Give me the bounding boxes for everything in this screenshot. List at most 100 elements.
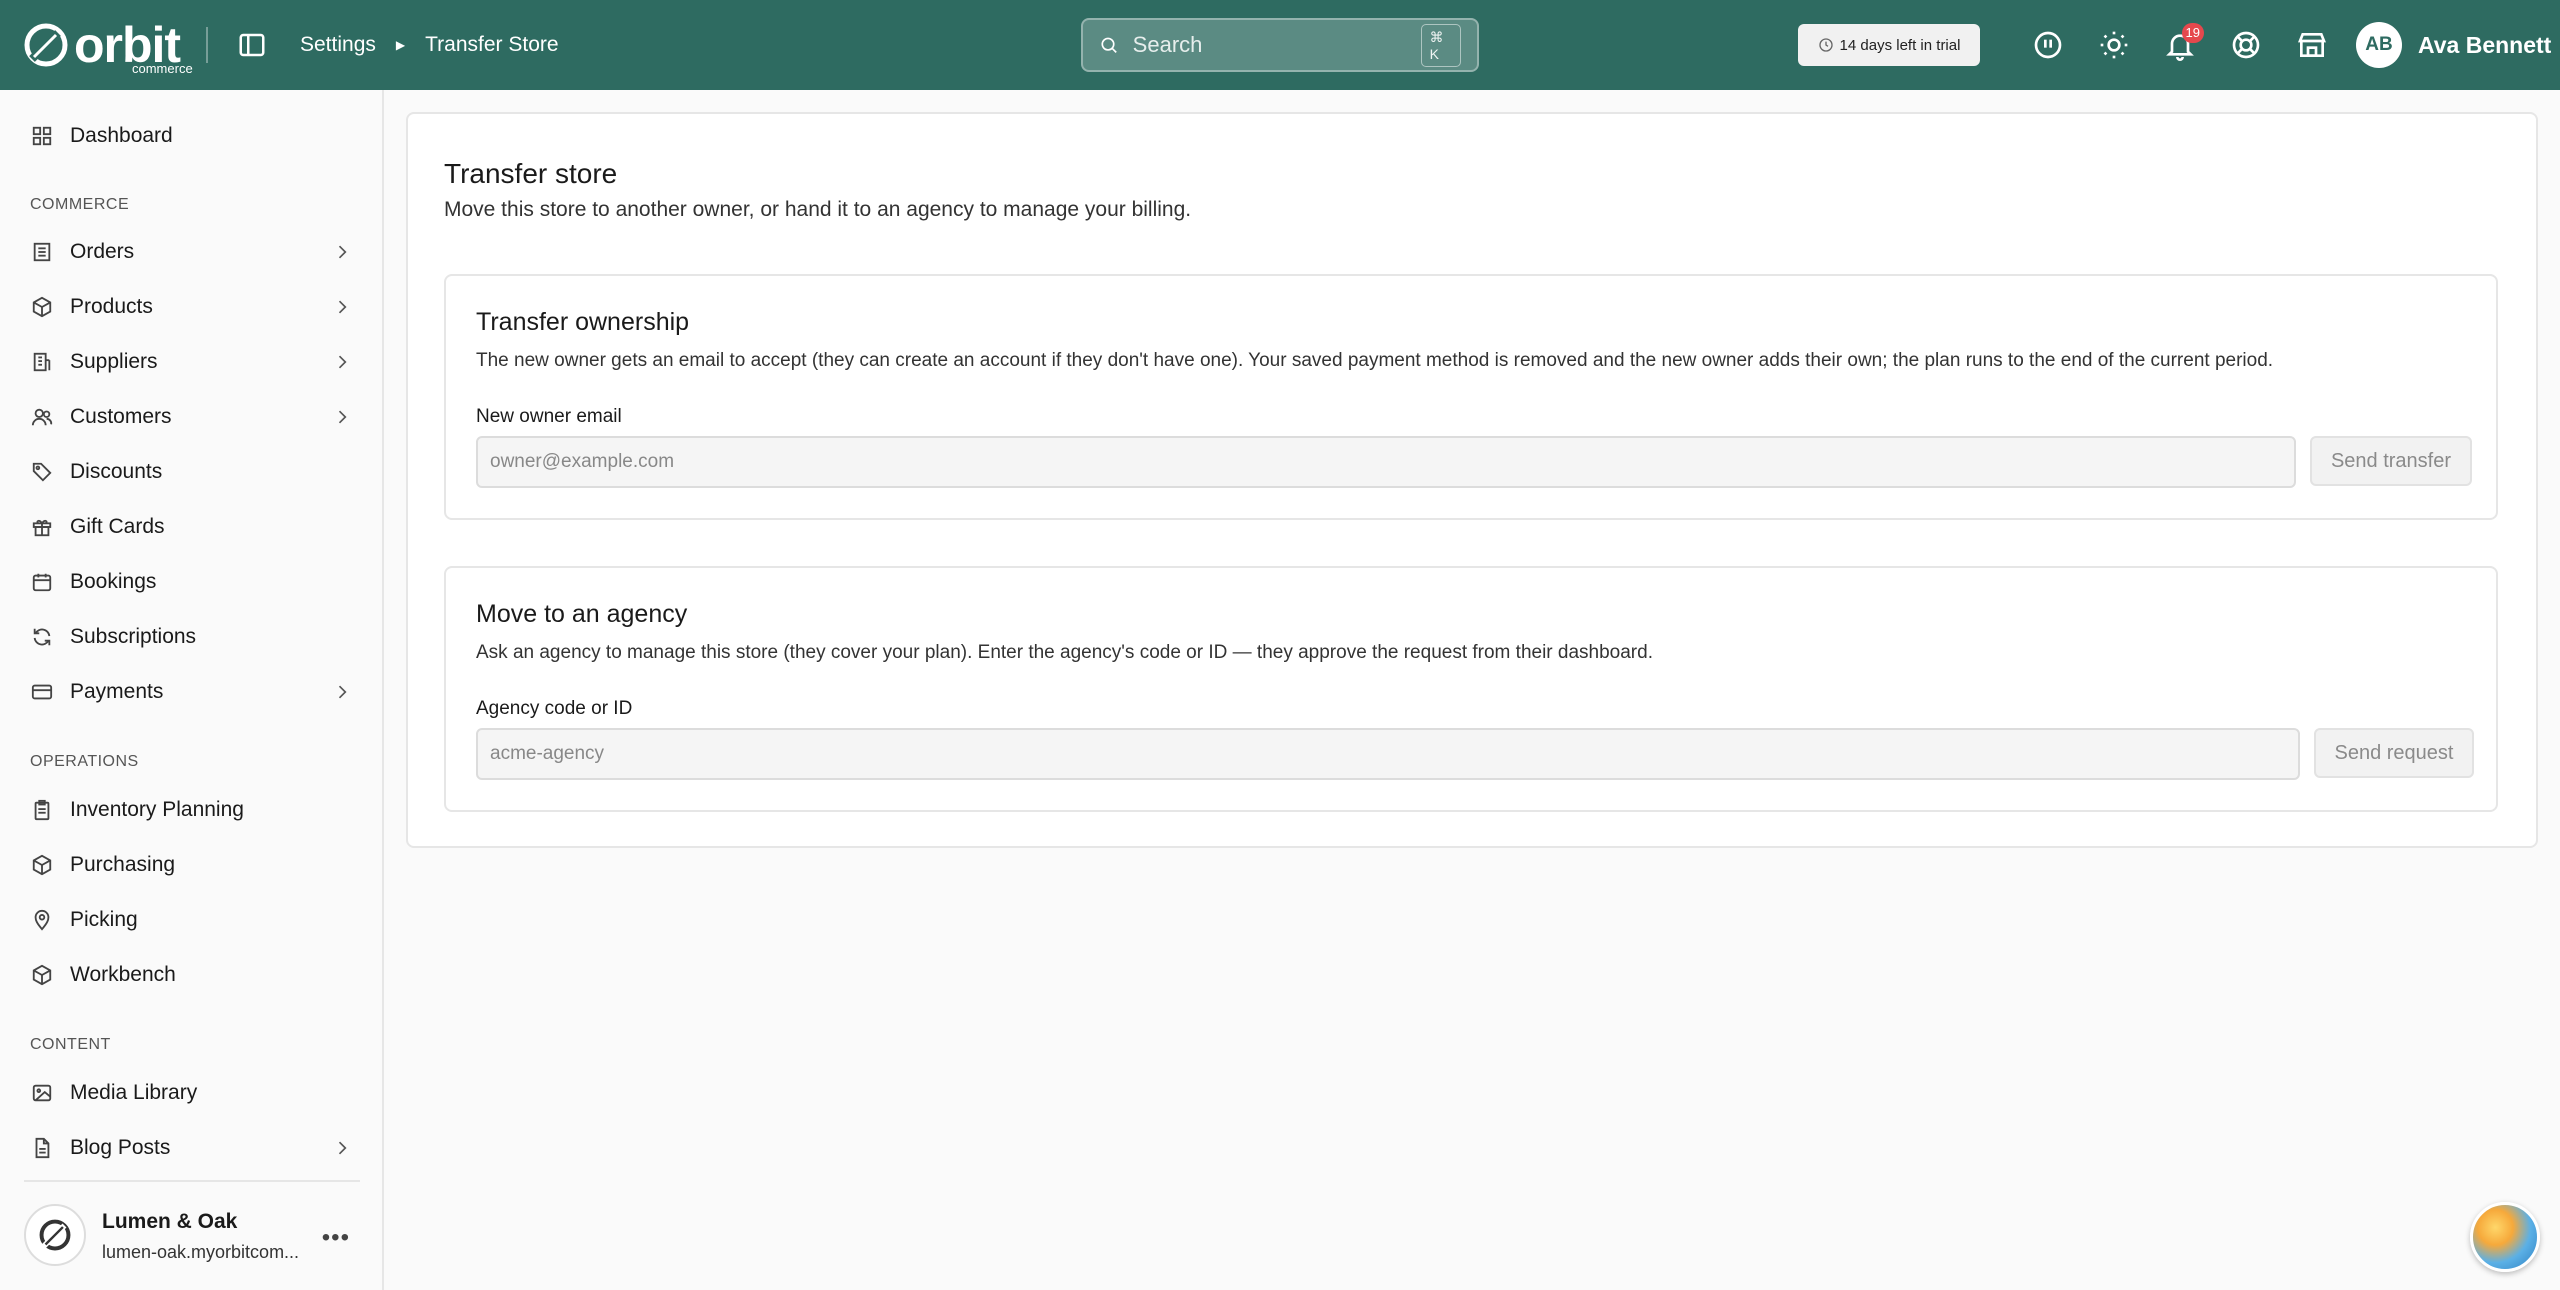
sidebar-item-payments[interactable]: Payments [0,667,384,717]
notification-count-badge: 19 [2181,23,2204,43]
refresh-icon [30,625,54,649]
sidebar-item-blog-posts[interactable]: Blog Posts [0,1123,384,1173]
notifications-button[interactable]: 19 [2160,23,2204,65]
sidebar-item-purchasing[interactable]: Purchasing [0,840,384,890]
sidebar-item-picking[interactable]: Picking [0,895,384,945]
chevron-right-icon [338,300,347,314]
feedback-icon [2034,31,2062,59]
sidebar-item-discounts[interactable]: Discounts [0,447,384,497]
calendar-icon [30,570,54,594]
box-icon [30,963,54,987]
sidebar-item-suppliers[interactable]: Suppliers [0,337,384,387]
store-icon [2298,33,2326,57]
store-switcher[interactable]: Lumen & Oak lumen-oak.myorbitcom... ••• [24,1180,360,1290]
sidebar-item-dashboard[interactable]: Dashboard [0,111,384,161]
feedback-button[interactable] [2028,25,2068,65]
building-icon [30,350,54,374]
sidebar-toggle-icon [239,33,265,57]
search-box[interactable]: ⌘ K [1081,18,1479,72]
sidebar-item-label: Suppliers [70,350,158,373]
sidebar-item-label: Dashboard [70,124,173,147]
breadcrumb-current: Transfer Store [425,33,559,56]
sidebar-item-label: Discounts [70,460,163,483]
chevron-right-icon [338,685,347,699]
sidebar-item-label: Bookings [70,570,157,593]
search-icon [1101,37,1117,53]
user-avatar: AB [2356,22,2402,68]
sidebar-item-orders[interactable]: Orders [0,227,384,277]
page-subtitle: Move this store to another owner, or han… [444,198,1192,221]
clipboard-icon [30,798,54,822]
header-divider [206,27,208,63]
gift-icon [30,515,54,539]
section-label-content: CONTENT [30,1036,111,1053]
trial-text: 14 days left in trial [1839,36,1961,54]
search-shortcut: ⌘ K [1420,23,1461,67]
card-title: Transfer ownership [476,308,690,336]
sidebar-item-bookings[interactable]: Bookings [0,557,384,607]
sidebar-item-label: Inventory Planning [70,798,244,821]
new-owner-email-input[interactable] [476,436,2296,488]
box-icon [30,853,54,877]
section-label-commerce: COMMERCE [30,196,130,213]
sidebar-item-label: Payments [70,680,164,703]
move-to-agency-card: Move to an agency Ask an agency to manag… [444,566,2498,812]
send-transfer-button[interactable]: Send transfer [2310,436,2472,486]
sidebar-item-label: Picking [70,908,138,931]
storefront-button[interactable] [2292,25,2332,65]
dashboard-icon [30,124,54,148]
sidebar-item-media-library[interactable]: Media Library [0,1068,384,1118]
sidebar-item-label: Customers [70,405,172,428]
sidebar-item-gift-cards[interactable]: Gift Cards [0,502,384,552]
more-options-icon[interactable]: ••• [322,1224,350,1252]
sidebar: Dashboard COMMERCE Orders Products Suppl… [0,90,384,1290]
sidebar-toggle-button[interactable] [232,25,272,65]
lifebuoy-icon [2232,31,2260,59]
chevron-right-icon [338,1141,347,1155]
new-owner-email-label: New owner email [476,406,622,427]
orbit-logo-icon [24,23,68,67]
card-title: Move to an agency [476,600,688,628]
sidebar-item-workbench[interactable]: Workbench [0,950,384,1000]
image-icon [30,1081,54,1105]
document-icon [30,1136,54,1160]
box-icon [30,295,54,319]
users-icon [30,405,54,429]
sidebar-item-products[interactable]: Products [0,282,384,332]
section-label-operations: OPERATIONS [30,753,139,770]
sun-icon [2100,31,2128,59]
sidebar-item-label: Subscriptions [70,625,197,648]
sidebar-item-label: Media Library [70,1081,198,1104]
send-request-button[interactable]: Send request [2314,728,2474,778]
breadcrumb-settings[interactable]: Settings [300,33,376,57]
trial-badge[interactable]: 14 days left in trial [1798,24,1980,66]
store-url: lumen-oak.myorbitcom... [102,1242,300,1262]
theme-toggle-button[interactable] [2094,25,2134,65]
orders-icon [30,240,54,264]
sidebar-item-label: Gift Cards [70,515,165,538]
tag-icon [30,460,54,484]
help-button[interactable] [2226,25,2266,65]
store-name: Lumen & Oak [102,1210,238,1233]
sidebar-item-label: Workbench [70,963,176,986]
store-logo-icon [39,1219,71,1251]
sidebar-item-label: Products [70,295,153,318]
store-avatar [24,1204,86,1266]
orbit-logo[interactable]: orbit commerce [22,15,193,76]
sidebar-item-label: Blog Posts [70,1136,171,1159]
assistant-launcher-button[interactable] [2470,1202,2540,1272]
agency-code-label: Agency code or ID [476,698,633,719]
sidebar-item-subscriptions[interactable]: Subscriptions [0,612,384,662]
top-bar: orbit commerce Settings ▶ Transfer Store… [0,0,2560,90]
search-input[interactable] [1132,32,1421,58]
sidebar-item-customers[interactable]: Customers [0,392,384,442]
sidebar-item-inventory-planning[interactable]: Inventory Planning [0,785,384,835]
card-icon [30,680,54,704]
agency-code-input[interactable] [476,728,2300,780]
logo-subtext: commerce [132,61,193,76]
user-menu[interactable]: AB Ava Bennett [2356,22,2551,68]
page-title: Transfer store [444,158,618,189]
sidebar-item-label: Orders [70,240,135,263]
transfer-store-panel: Transfer store Move this store to anothe… [406,112,2538,848]
breadcrumb-separator-icon: ▶ [395,38,406,52]
